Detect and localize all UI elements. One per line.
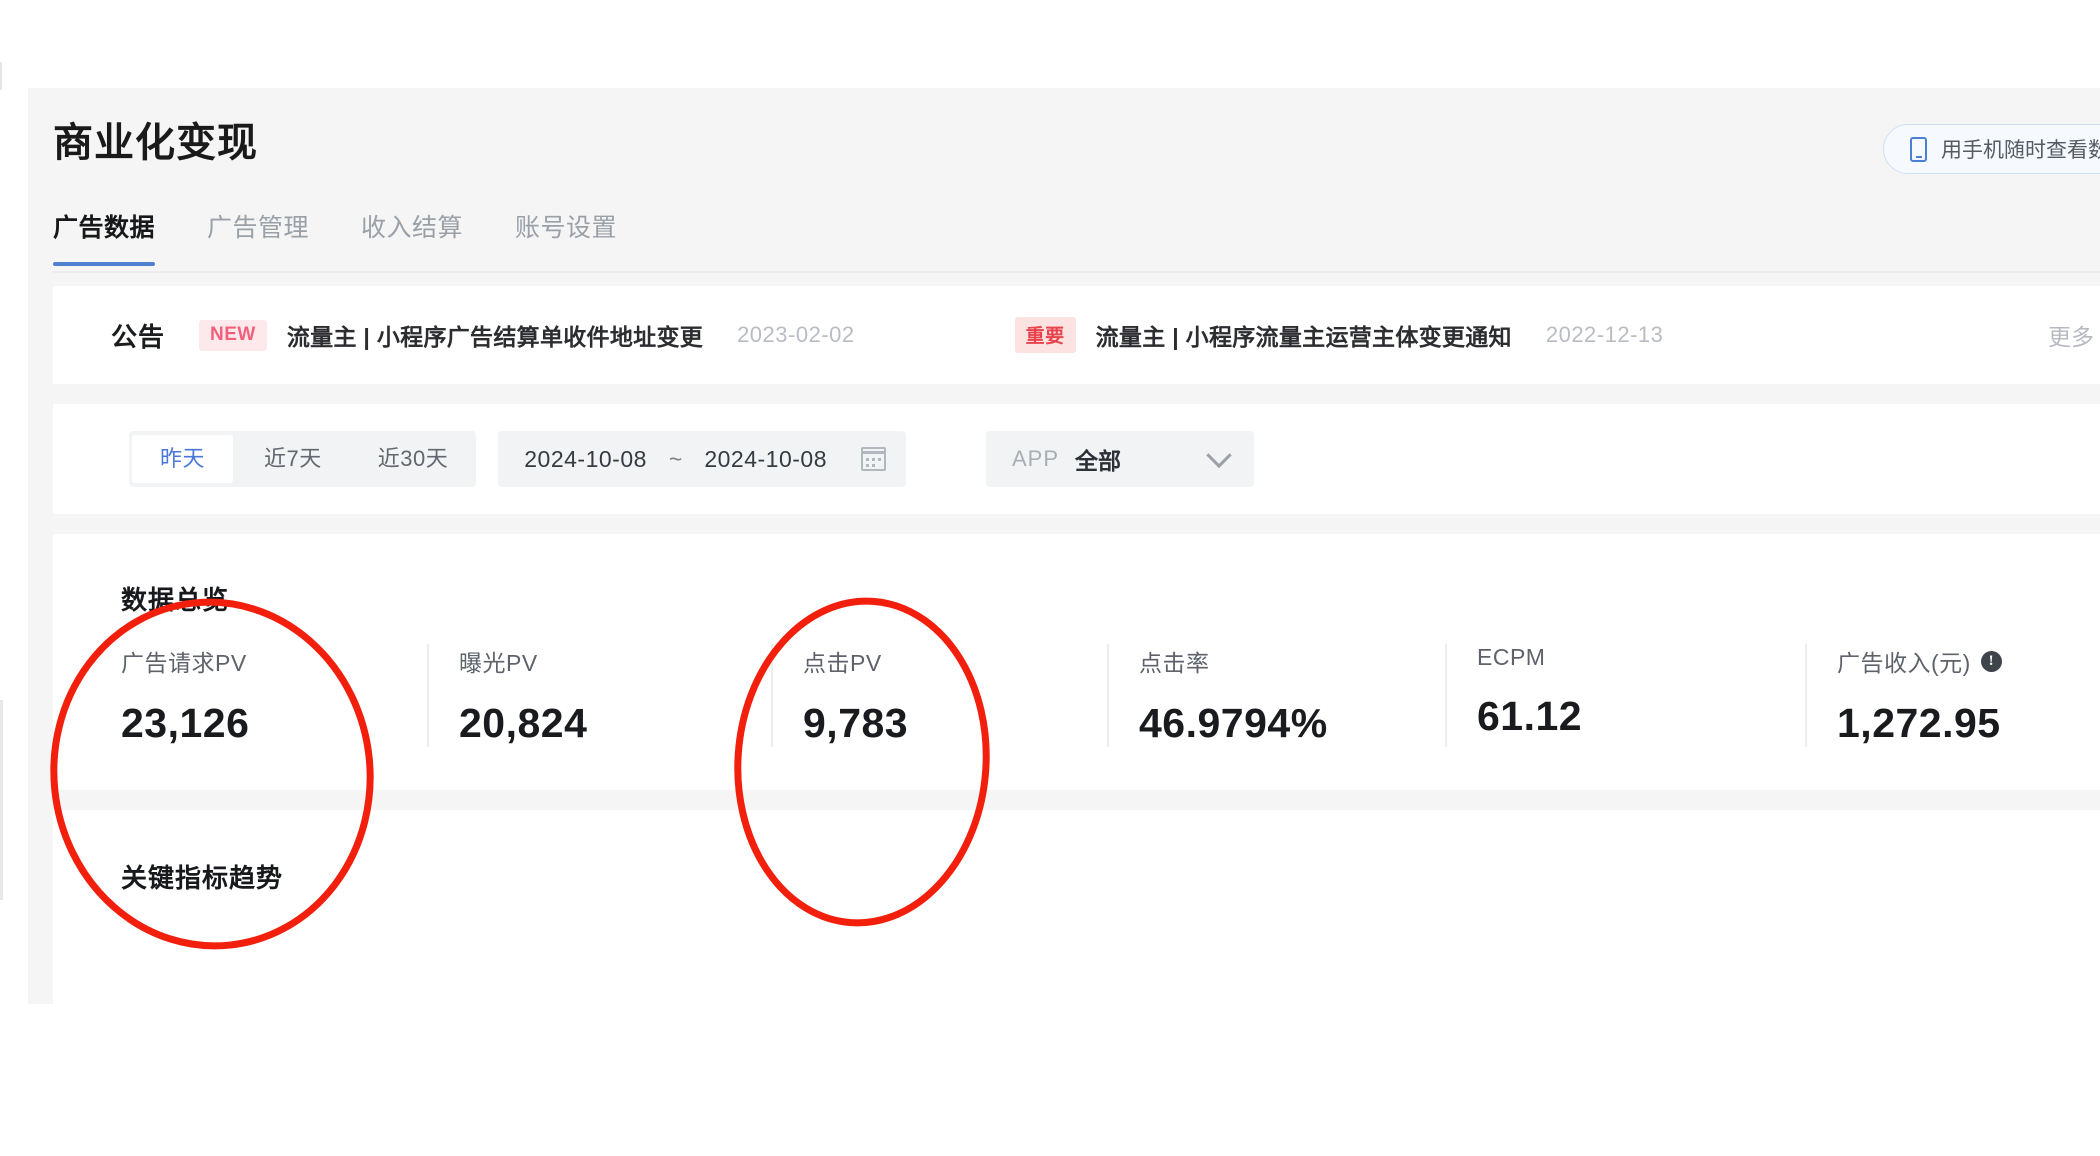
metrics-list: 广告请求PV 23,126 曝光PV 20,824 点击PV 9,783 点击率… (121, 644, 2100, 747)
announcement-link-1[interactable]: 流量主 | 小程序广告结算单收件地址变更 (287, 318, 703, 352)
announcement-badge-important: 重要 (1014, 317, 1076, 353)
tab-ad-management[interactable]: 广告管理 (207, 208, 309, 266)
date-preset-7days[interactable]: 近7天 (236, 431, 350, 487)
app-select-value: 全部 (1075, 448, 1122, 474)
date-preset-group: 昨天 近7天 近30天 (129, 431, 477, 487)
key-metric-trend-card: 关键指标趋势 (53, 810, 2100, 1004)
date-preset-yesterday[interactable]: 昨天 (132, 435, 234, 483)
metric-label-text: 广告收入(元) (1837, 650, 1971, 676)
metric-label: 广告请求PV (121, 644, 397, 678)
metric-click-rate: 点击率 46.9794% (1107, 644, 1445, 747)
app-select-label: APP (1012, 446, 1060, 471)
tab-bar: 广告数据 广告管理 收入结算 账号设置 (53, 208, 617, 266)
date-range-end[interactable]: 2024-10-08 (704, 446, 827, 473)
mobile-view-button-label: 用手机随时查看数 (1941, 139, 2100, 162)
chevron-down-icon[interactable] (1206, 442, 1232, 469)
metric-label: ECPM (1477, 644, 1775, 671)
key-metric-trend-title: 关键指标趋势 (121, 863, 284, 893)
metric-value: 61.12 (1477, 693, 1583, 739)
tab-account-settings[interactable]: 账号设置 (515, 208, 617, 266)
metric-label: 广告收入(元) ! (1837, 644, 2100, 678)
metric-label: 曝光PV (459, 644, 741, 678)
metric-label-text: 点击率 (1139, 650, 1210, 676)
metric-label: 点击率 (1139, 644, 1415, 678)
screenshot-viewport: 商业化变现 用手机随时查看数 广告数据 广告管理 收入结算 账号设置 公告 NE… (0, 0, 2100, 1156)
metric-label-text: 曝光PV (459, 650, 538, 676)
tab-income-settlement[interactable]: 收入结算 (361, 208, 463, 266)
data-overview-title: 数据总览 (121, 585, 230, 615)
mobile-view-button[interactable]: 用手机随时查看数 (1883, 124, 2100, 174)
metric-value: 23,126 (121, 700, 250, 746)
left-edge-rule-lower (0, 700, 3, 900)
metric-exposure-pv: 曝光PV 20,824 (427, 644, 771, 747)
info-icon[interactable]: ! (1980, 650, 2002, 672)
date-range-start[interactable]: 2024-10-08 (524, 446, 647, 473)
announcement-link-2[interactable]: 流量主 | 小程序流量主运营主体变更通知 (1096, 318, 1512, 352)
announcement-row: 公告 NEW 流量主 | 小程序广告结算单收件地址变更 2023-02-02 重… (53, 286, 2100, 384)
metric-value: 9,783 (803, 700, 909, 746)
left-edge-rule (0, 62, 2, 90)
metric-ad-revenue: 广告收入(元) ! 1,272.95 (1805, 644, 2100, 747)
calendar-icon[interactable] (861, 447, 886, 471)
date-range-separator: ~ (668, 445, 683, 472)
tab-bar-divider (53, 271, 2100, 273)
metric-value: 46.9794% (1139, 700, 1328, 746)
phone-icon (1910, 136, 1927, 162)
metric-label: 点击PV (803, 644, 1077, 678)
metric-label-text: ECPM (1477, 644, 1546, 670)
metric-value: 20,824 (459, 700, 588, 746)
metric-label-text: 广告请求PV (121, 650, 247, 676)
announcement-date-1: 2023-02-02 (737, 322, 855, 347)
data-overview-card: 数据总览 广告请求PV 23,126 曝光PV 20,824 点击PV 9,78… (53, 534, 2100, 790)
metric-label-text: 点击PV (803, 650, 882, 676)
page-body: 商业化变现 用手机随时查看数 广告数据 广告管理 收入结算 账号设置 公告 NE… (28, 88, 2100, 1004)
metric-value: 1,272.95 (1837, 700, 2001, 746)
filter-card: 昨天 近7天 近30天 2024-10-08 ~ 2024-10-08 APP … (53, 404, 2100, 514)
metric-ad-request-pv: 广告请求PV 23,126 (121, 644, 427, 747)
announcement-date-2: 2022-12-13 (1545, 322, 1664, 347)
app-select[interactable]: APP 全部 (986, 431, 1254, 487)
page-title: 商业化变现 (53, 121, 258, 165)
announcement-label: 公告 (111, 321, 166, 352)
announcement-card: 公告 NEW 流量主 | 小程序广告结算单收件地址变更 2023-02-02 重… (53, 286, 2100, 384)
date-preset-30days[interactable]: 近30天 (350, 431, 476, 487)
announcement-more-link[interactable]: 更多 (2048, 318, 2094, 352)
filter-row: 昨天 近7天 近30天 2024-10-08 ~ 2024-10-08 APP … (129, 431, 1254, 487)
metric-ecpm: ECPM 61.12 (1445, 644, 1805, 747)
metric-click-pv: 点击PV 9,783 (771, 644, 1107, 747)
tab-ad-data[interactable]: 广告数据 (53, 208, 156, 266)
date-range-picker[interactable]: 2024-10-08 ~ 2024-10-08 (498, 431, 906, 487)
announcement-badge-new: NEW (199, 319, 267, 351)
